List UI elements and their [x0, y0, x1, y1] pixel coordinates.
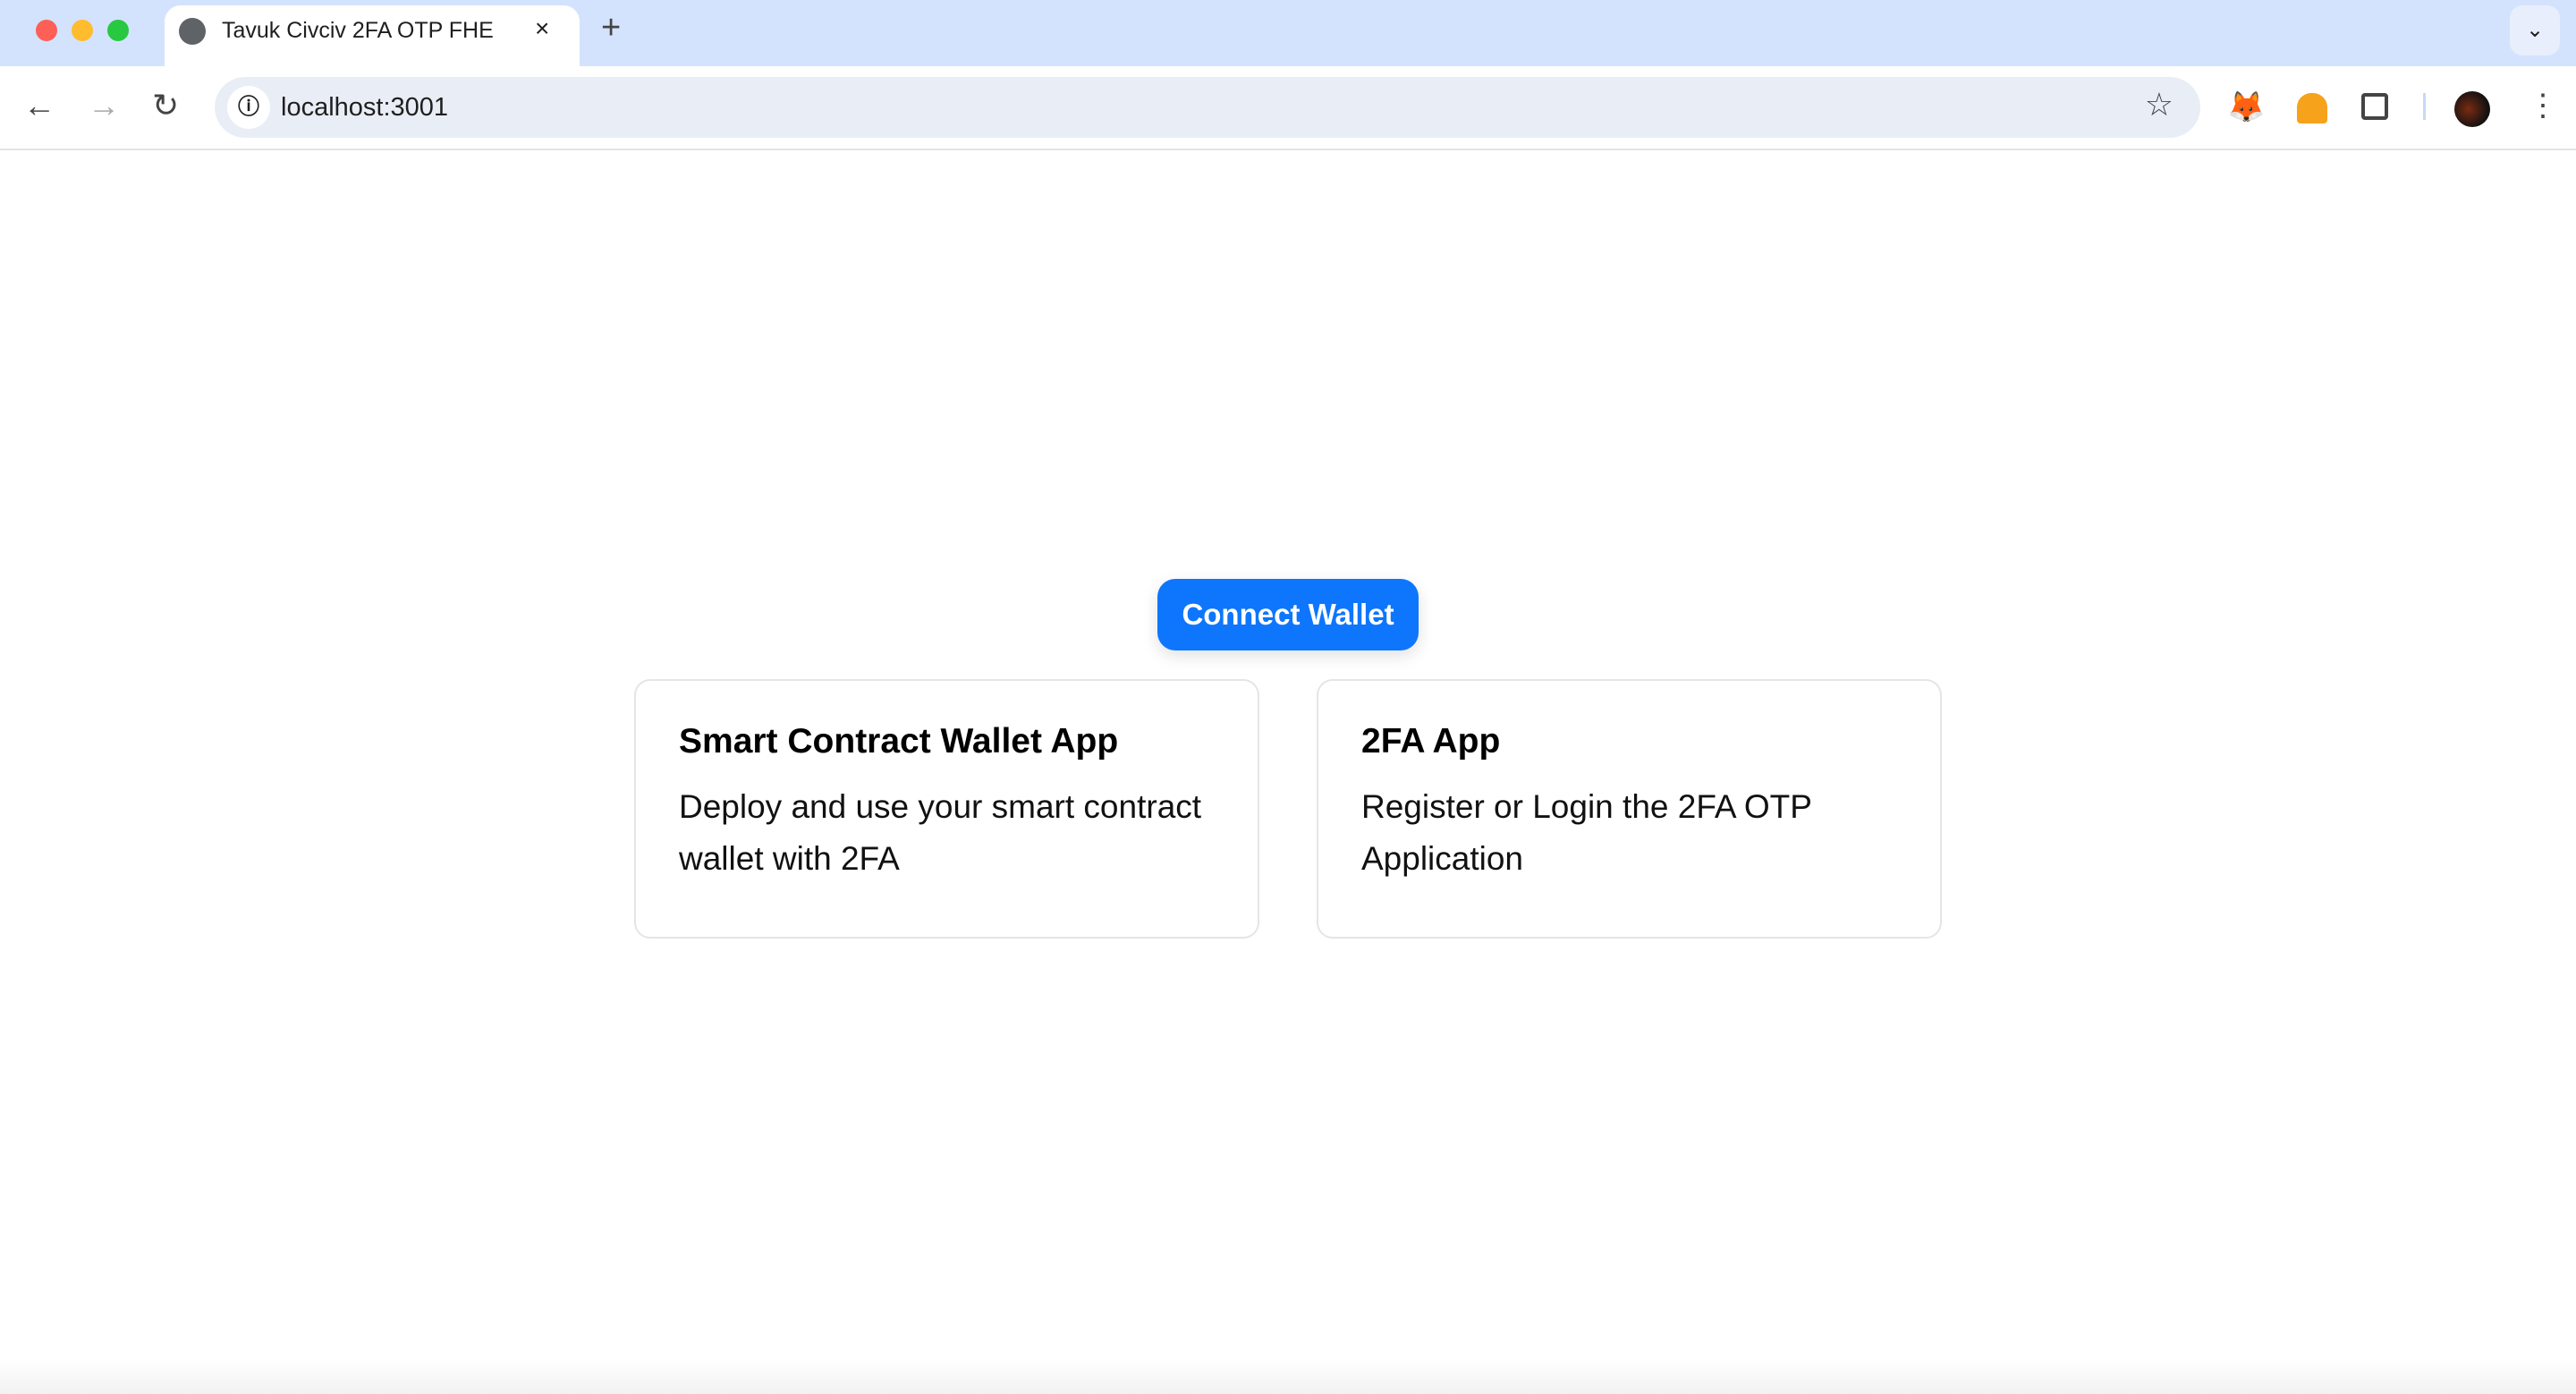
card-title: 2FA App — [1361, 722, 1501, 761]
star-icon[interactable]: ☆ — [2145, 86, 2174, 123]
card-description: Deploy and use your smart contract walle… — [679, 788, 1202, 877]
forward-arrow-icon[interactable]: → — [88, 86, 120, 125]
more-menu-icon[interactable]: ⋮ — [2528, 86, 2558, 125]
page-content: Connect Wallet Smart Contract Wallet App… — [0, 150, 2576, 1394]
globe-icon — [179, 18, 206, 45]
toolbar: ← → ↻ ⓘ localhost:3001 ☆ 🦊 ⋮ — [0, 66, 2576, 150]
tab-active[interactable]: Tavuk Civciv 2FA OTP FHE × — [165, 5, 580, 66]
address-bar[interactable]: ⓘ localhost:3001 ☆ — [215, 77, 2200, 138]
back-arrow-icon[interactable]: ← — [23, 86, 55, 125]
tab-search-button[interactable]: ⌄ — [2510, 5, 2560, 55]
close-tab-icon[interactable]: × — [535, 14, 549, 43]
card-title: Smart Contract Wallet App — [679, 722, 1119, 761]
new-tab-button[interactable]: + — [601, 9, 621, 47]
metamask-fox-icon[interactable]: 🦊 — [2227, 88, 2265, 127]
smart-contract-wallet-card[interactable]: Smart Contract Wallet App Deploy and use… — [634, 679, 1259, 939]
toolbar-divider — [2423, 93, 2426, 120]
connect-wallet-button[interactable]: Connect Wallet — [1157, 579, 1419, 650]
card-description: Register or Login the 2FA OTP Applicatio… — [1361, 788, 1812, 877]
close-window-button[interactable] — [36, 20, 57, 41]
reload-icon[interactable]: ↻ — [152, 86, 179, 125]
puzzle-extensions-icon[interactable] — [2361, 93, 2388, 120]
minimize-window-button[interactable] — [72, 20, 93, 41]
profile-avatar[interactable] — [2454, 91, 2490, 127]
maximize-window-button[interactable] — [107, 20, 129, 41]
bottom-shadow — [0, 1358, 2576, 1394]
helmet-extension-icon[interactable] — [2297, 93, 2327, 123]
info-icon[interactable]: ⓘ — [227, 86, 270, 129]
tab-title: Tavuk Civciv 2FA OTP FHE — [222, 18, 494, 43]
2fa-app-card[interactable]: 2FA App Register or Login the 2FA OTP Ap… — [1317, 679, 1942, 939]
url-text[interactable]: localhost:3001 — [281, 93, 448, 123]
tab-strip: Tavuk Civciv 2FA OTP FHE × + ⌄ — [0, 0, 2576, 66]
